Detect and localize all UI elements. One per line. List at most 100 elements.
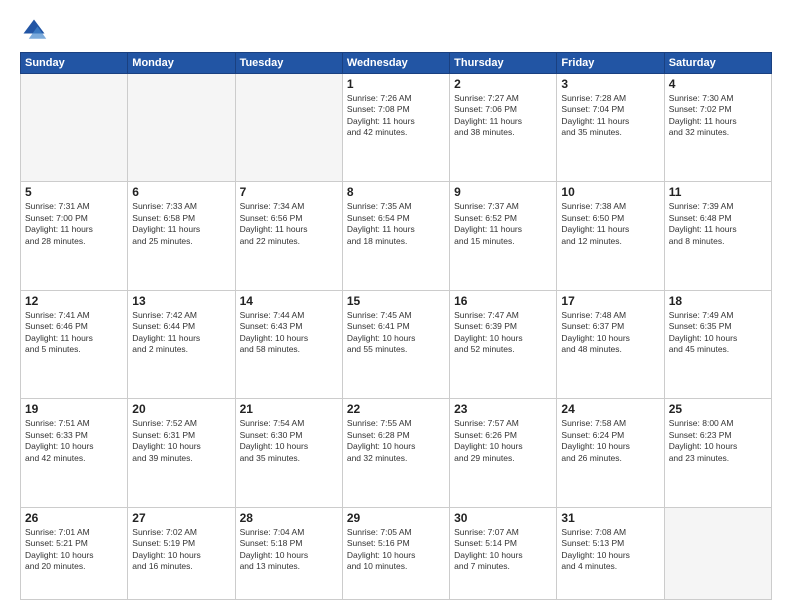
day-info: Sunrise: 7:49 AM Sunset: 6:35 PM Dayligh… bbox=[669, 310, 767, 356]
week-row-5: 26 Sunrise: 7:01 AM Sunset: 5:21 PM Dayli… bbox=[21, 507, 772, 599]
day-number: 3 bbox=[561, 77, 659, 91]
day-cell: 11 Sunrise: 7:39 AM Sunset: 6:48 PM Dayli… bbox=[664, 182, 771, 290]
day-info: Sunrise: 7:34 AM Sunset: 6:56 PM Dayligh… bbox=[240, 201, 338, 247]
day-cell: 10 Sunrise: 7:38 AM Sunset: 6:50 PM Dayli… bbox=[557, 182, 664, 290]
day-number: 31 bbox=[561, 511, 659, 525]
day-info: Sunrise: 7:04 AM Sunset: 5:18 PM Dayligh… bbox=[240, 527, 338, 573]
day-cell: 28 Sunrise: 7:04 AM Sunset: 5:18 PM Dayli… bbox=[235, 507, 342, 599]
day-info: Sunrise: 7:37 AM Sunset: 6:52 PM Dayligh… bbox=[454, 201, 552, 247]
day-info: Sunrise: 7:39 AM Sunset: 6:48 PM Dayligh… bbox=[669, 201, 767, 247]
day-cell bbox=[664, 507, 771, 599]
day-number: 4 bbox=[669, 77, 767, 91]
day-info: Sunrise: 7:51 AM Sunset: 6:33 PM Dayligh… bbox=[25, 418, 123, 464]
day-info: Sunrise: 7:31 AM Sunset: 7:00 PM Dayligh… bbox=[25, 201, 123, 247]
day-number: 7 bbox=[240, 185, 338, 199]
day-number: 22 bbox=[347, 402, 445, 416]
day-info: Sunrise: 7:44 AM Sunset: 6:43 PM Dayligh… bbox=[240, 310, 338, 356]
day-number: 9 bbox=[454, 185, 552, 199]
day-info: Sunrise: 7:08 AM Sunset: 5:13 PM Dayligh… bbox=[561, 527, 659, 573]
weekday-header-friday: Friday bbox=[557, 53, 664, 74]
day-cell: 13 Sunrise: 7:42 AM Sunset: 6:44 PM Dayli… bbox=[128, 290, 235, 398]
day-cell: 15 Sunrise: 7:45 AM Sunset: 6:41 PM Dayli… bbox=[342, 290, 449, 398]
day-number: 26 bbox=[25, 511, 123, 525]
day-number: 8 bbox=[347, 185, 445, 199]
header bbox=[20, 16, 772, 44]
day-number: 27 bbox=[132, 511, 230, 525]
day-cell: 4 Sunrise: 7:30 AM Sunset: 7:02 PM Daylig… bbox=[664, 74, 771, 182]
day-cell: 29Sunrise: 7:05 AM Sunset: 5:16 PM Dayli… bbox=[342, 507, 449, 599]
day-cell: 17Sunrise: 7:48 AM Sunset: 6:37 PM Dayli… bbox=[557, 290, 664, 398]
day-cell: 6 Sunrise: 7:33 AM Sunset: 6:58 PM Daylig… bbox=[128, 182, 235, 290]
day-info: Sunrise: 7:38 AM Sunset: 6:50 PM Dayligh… bbox=[561, 201, 659, 247]
week-row-2: 5 Sunrise: 7:31 AM Sunset: 7:00 PM Daylig… bbox=[21, 182, 772, 290]
day-cell: 2 Sunrise: 7:27 AM Sunset: 7:06 PM Daylig… bbox=[450, 74, 557, 182]
day-info: Sunrise: 7:35 AM Sunset: 6:54 PM Dayligh… bbox=[347, 201, 445, 247]
calendar-table: SundayMondayTuesdayWednesdayThursdayFrid… bbox=[20, 52, 772, 600]
day-info: Sunrise: 7:02 AM Sunset: 5:19 PM Dayligh… bbox=[132, 527, 230, 573]
day-info: Sunrise: 7:54 AM Sunset: 6:30 PM Dayligh… bbox=[240, 418, 338, 464]
day-cell: 16 Sunrise: 7:47 AM Sunset: 6:39 PM Dayli… bbox=[450, 290, 557, 398]
day-info: Sunrise: 7:33 AM Sunset: 6:58 PM Dayligh… bbox=[132, 201, 230, 247]
day-cell: 31 Sunrise: 7:08 AM Sunset: 5:13 PM Dayli… bbox=[557, 507, 664, 599]
day-number: 15 bbox=[347, 294, 445, 308]
day-cell: 5 Sunrise: 7:31 AM Sunset: 7:00 PM Daylig… bbox=[21, 182, 128, 290]
day-number: 19 bbox=[25, 402, 123, 416]
day-info: Sunrise: 7:30 AM Sunset: 7:02 PM Dayligh… bbox=[669, 93, 767, 139]
day-number: 11 bbox=[669, 185, 767, 199]
day-cell: 30Sunrise: 7:07 AM Sunset: 5:14 PM Dayli… bbox=[450, 507, 557, 599]
day-number: 17 bbox=[561, 294, 659, 308]
day-number: 13 bbox=[132, 294, 230, 308]
weekday-header-wednesday: Wednesday bbox=[342, 53, 449, 74]
day-number: 30 bbox=[454, 511, 552, 525]
logo bbox=[20, 16, 52, 44]
day-info: Sunrise: 7:45 AM Sunset: 6:41 PM Dayligh… bbox=[347, 310, 445, 356]
day-info: Sunrise: 7:27 AM Sunset: 7:06 PM Dayligh… bbox=[454, 93, 552, 139]
day-cell: 8 Sunrise: 7:35 AM Sunset: 6:54 PM Daylig… bbox=[342, 182, 449, 290]
day-cell: 18 Sunrise: 7:49 AM Sunset: 6:35 PM Dayli… bbox=[664, 290, 771, 398]
day-cell: 22Sunrise: 7:55 AM Sunset: 6:28 PM Dayli… bbox=[342, 399, 449, 507]
day-cell: 1 Sunrise: 7:26 AM Sunset: 7:08 PM Daylig… bbox=[342, 74, 449, 182]
day-info: Sunrise: 7:01 AM Sunset: 5:21 PM Dayligh… bbox=[25, 527, 123, 573]
week-row-3: 12 Sunrise: 7:41 AM Sunset: 6:46 PM Dayli… bbox=[21, 290, 772, 398]
day-cell: 23 Sunrise: 7:57 AM Sunset: 6:26 PM Dayli… bbox=[450, 399, 557, 507]
weekday-header-row: SundayMondayTuesdayWednesdayThursdayFrid… bbox=[21, 53, 772, 74]
day-number: 20 bbox=[132, 402, 230, 416]
day-info: Sunrise: 7:58 AM Sunset: 6:24 PM Dayligh… bbox=[561, 418, 659, 464]
weekday-header-saturday: Saturday bbox=[664, 53, 771, 74]
day-info: Sunrise: 7:47 AM Sunset: 6:39 PM Dayligh… bbox=[454, 310, 552, 356]
day-cell: 14 Sunrise: 7:44 AM Sunset: 6:43 PM Dayli… bbox=[235, 290, 342, 398]
day-number: 16 bbox=[454, 294, 552, 308]
day-cell: 20Sunrise: 7:52 AM Sunset: 6:31 PM Dayli… bbox=[128, 399, 235, 507]
day-info: Sunrise: 7:57 AM Sunset: 6:26 PM Dayligh… bbox=[454, 418, 552, 464]
day-cell: 24Sunrise: 7:58 AM Sunset: 6:24 PM Dayli… bbox=[557, 399, 664, 507]
day-cell: 27 Sunrise: 7:02 AM Sunset: 5:19 PM Dayli… bbox=[128, 507, 235, 599]
day-number: 29 bbox=[347, 511, 445, 525]
day-info: Sunrise: 7:26 AM Sunset: 7:08 PM Dayligh… bbox=[347, 93, 445, 139]
day-number: 21 bbox=[240, 402, 338, 416]
weekday-header-sunday: Sunday bbox=[21, 53, 128, 74]
day-number: 5 bbox=[25, 185, 123, 199]
day-info: Sunrise: 7:41 AM Sunset: 6:46 PM Dayligh… bbox=[25, 310, 123, 356]
day-number: 18 bbox=[669, 294, 767, 308]
day-cell: 26 Sunrise: 7:01 AM Sunset: 5:21 PM Dayli… bbox=[21, 507, 128, 599]
day-number: 6 bbox=[132, 185, 230, 199]
day-number: 14 bbox=[240, 294, 338, 308]
weekday-header-monday: Monday bbox=[128, 53, 235, 74]
day-cell: 12 Sunrise: 7:41 AM Sunset: 6:46 PM Dayli… bbox=[21, 290, 128, 398]
day-cell: 21 Sunrise: 7:54 AM Sunset: 6:30 PM Dayli… bbox=[235, 399, 342, 507]
day-cell: 19 Sunrise: 7:51 AM Sunset: 6:33 PM Dayli… bbox=[21, 399, 128, 507]
day-cell: 25Sunrise: 8:00 AM Sunset: 6:23 PM Dayli… bbox=[664, 399, 771, 507]
day-cell bbox=[235, 74, 342, 182]
weekday-header-tuesday: Tuesday bbox=[235, 53, 342, 74]
day-cell bbox=[21, 74, 128, 182]
day-number: 28 bbox=[240, 511, 338, 525]
week-row-4: 19 Sunrise: 7:51 AM Sunset: 6:33 PM Dayli… bbox=[21, 399, 772, 507]
day-number: 2 bbox=[454, 77, 552, 91]
day-number: 12 bbox=[25, 294, 123, 308]
day-number: 10 bbox=[561, 185, 659, 199]
day-cell bbox=[128, 74, 235, 182]
day-number: 23 bbox=[454, 402, 552, 416]
logo-icon bbox=[20, 16, 48, 44]
day-number: 1 bbox=[347, 77, 445, 91]
day-info: Sunrise: 7:42 AM Sunset: 6:44 PM Dayligh… bbox=[132, 310, 230, 356]
